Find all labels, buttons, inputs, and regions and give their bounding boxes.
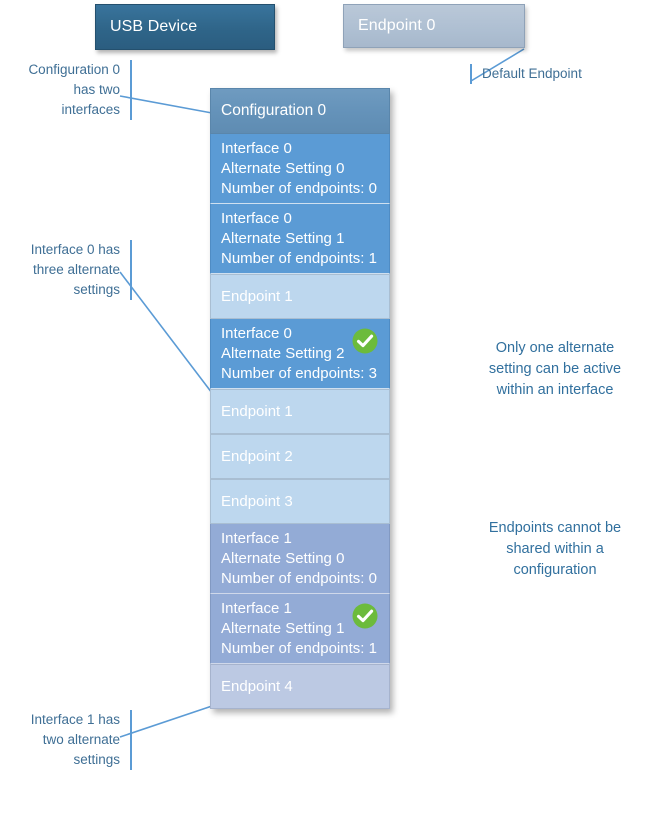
endpoint-row-label: Endpoint 3 [221,492,293,510]
interface-row-label: Interface 0 Alternate Setting 0 Number o… [221,139,377,197]
check-circle-icon [352,603,378,629]
endpoint-row[interactable]: Endpoint 3 [210,479,390,524]
interface-row-label: Interface 1 Alternate Setting 0 Number o… [221,529,377,587]
interface-row[interactable]: Interface 1 Alternate Setting 0 Number o… [210,524,390,594]
endpoint-row[interactable]: Endpoint 4 [210,664,390,709]
default-endpoint-label: Endpoint 0 [358,17,436,34]
interface-row[interactable]: Interface 0 Alternate Setting 1 Number o… [210,204,390,274]
interface-row-active[interactable]: Interface 0 Alternate Setting 2 Number o… [210,319,390,389]
endpoint-row-label: Endpoint 4 [221,677,293,695]
diagram-canvas: USB Device Endpoint 0 Configuration 0 In… [0,0,659,813]
configuration-label: Configuration 0 [221,102,327,119]
annotation-interface0: Interface 0 has three alternate settings [8,240,132,300]
endpoint-row-label: Endpoint 1 [221,287,293,305]
configuration-header[interactable]: Configuration 0 [210,88,390,134]
endpoint-row[interactable]: Endpoint 2 [210,434,390,479]
endpoint-row-label: Endpoint 2 [221,447,293,465]
interface-row-active[interactable]: Interface 1 Alternate Setting 1 Number o… [210,594,390,664]
usb-device-box[interactable]: USB Device [95,4,275,50]
configuration-stack: Configuration 0 Interface 0 Alternate Se… [210,88,390,709]
interface-row[interactable]: Interface 0 Alternate Setting 0 Number o… [210,134,390,204]
check-circle-icon [352,328,378,354]
interface-row-label: Interface 0 Alternate Setting 1 Number o… [221,209,377,267]
endpoint-row[interactable]: Endpoint 1 [210,274,390,319]
default-endpoint-box[interactable]: Endpoint 0 [343,4,525,48]
endpoint-row-label: Endpoint 1 [221,402,293,420]
annotation-configuration: Configuration 0 has two interfaces [10,60,132,120]
annotation-default-endpoint: Default Endpoint [470,64,632,84]
note-alternate-setting: Only one alternate setting can be active… [488,340,622,398]
usb-device-label: USB Device [110,18,198,35]
endpoint-row[interactable]: Endpoint 1 [210,389,390,434]
note-endpoint-sharing: Endpoints cannot be shared within a conf… [488,520,622,578]
annotation-interface1: Interface 1 has two alternate settings [5,710,132,770]
